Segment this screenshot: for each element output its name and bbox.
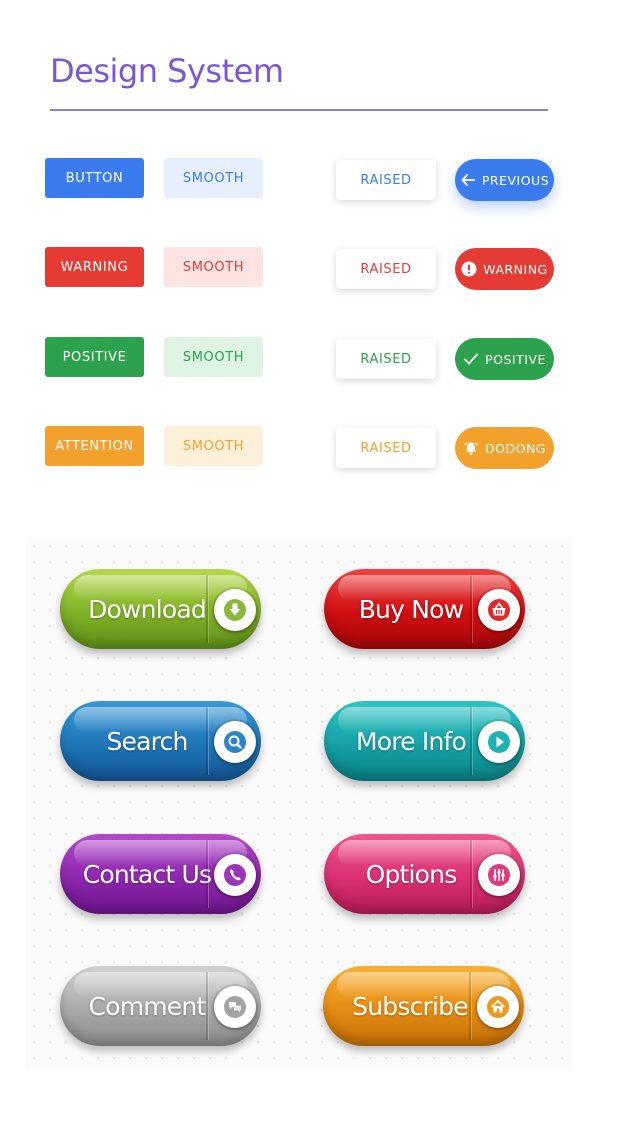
- positive-pill-label: POSITIVE: [485, 351, 546, 367]
- smooth-button-attention[interactable]: SMOOTH: [164, 426, 263, 466]
- search-button[interactable]: Search: [60, 701, 261, 781]
- subscribe-button[interactable]: Subscribe: [323, 966, 524, 1046]
- exclamation-icon: [461, 261, 477, 277]
- contact-us-label: Contact Us: [82, 859, 212, 889]
- phone-icon: [214, 854, 256, 896]
- bell-icon: [464, 442, 478, 455]
- button-warning[interactable]: WARNING: [45, 247, 144, 287]
- smooth-button-primary[interactable]: SMOOTH: [164, 158, 263, 198]
- options-button[interactable]: Options: [324, 834, 525, 914]
- dodong-pill-button[interactable]: DODONG: [455, 427, 554, 469]
- download-arrow-icon: [214, 589, 256, 631]
- button-positive[interactable]: POSITIVE: [45, 337, 144, 377]
- arrow-left-icon: [461, 174, 475, 186]
- contact-us-button[interactable]: Contact Us: [60, 834, 261, 914]
- checkmark-icon: [464, 353, 479, 365]
- download-button[interactable]: Download: [60, 569, 261, 649]
- page-title: Design System: [50, 52, 284, 90]
- more-info-label: More Info: [355, 726, 467, 756]
- options-label: Options: [365, 859, 458, 889]
- buy-now-label: Buy Now: [358, 594, 464, 624]
- smooth-button-positive[interactable]: SMOOTH: [164, 337, 263, 377]
- search-label: Search: [106, 726, 188, 756]
- basket-icon: [478, 589, 520, 631]
- home-icon: [477, 986, 519, 1028]
- dodong-pill-label: DODONG: [485, 440, 546, 456]
- sliders-icon: [478, 854, 520, 896]
- more-info-button[interactable]: More Info: [324, 701, 525, 781]
- title-divider: [50, 109, 548, 111]
- raised-button-positive[interactable]: RAISED: [336, 339, 436, 379]
- warning-pill-label: WARNING: [483, 261, 548, 277]
- download-label: Download: [88, 594, 207, 624]
- button-primary[interactable]: BUTTON: [45, 158, 144, 198]
- previous-button[interactable]: PREVIOUS: [455, 159, 554, 201]
- comment-button[interactable]: Comment: [60, 966, 261, 1046]
- subscribe-label: Subscribe: [352, 991, 468, 1021]
- buy-now-button[interactable]: Buy Now: [324, 569, 525, 649]
- magnifier-icon: [214, 721, 256, 763]
- warning-pill-button[interactable]: WARNING: [455, 248, 554, 290]
- smooth-button-warning[interactable]: SMOOTH: [164, 247, 263, 287]
- positive-pill-button[interactable]: POSITIVE: [455, 338, 554, 380]
- chat-bubbles-icon: [214, 986, 256, 1028]
- button-attention[interactable]: ATTENTION: [45, 426, 144, 466]
- raised-button-attention[interactable]: RAISED: [336, 428, 436, 468]
- comment-label: Comment: [88, 991, 207, 1021]
- previous-label: PREVIOUS: [481, 172, 550, 188]
- play-icon: [478, 721, 520, 763]
- raised-button-warning[interactable]: RAISED: [336, 249, 436, 289]
- raised-button-primary[interactable]: RAISED: [336, 160, 436, 200]
